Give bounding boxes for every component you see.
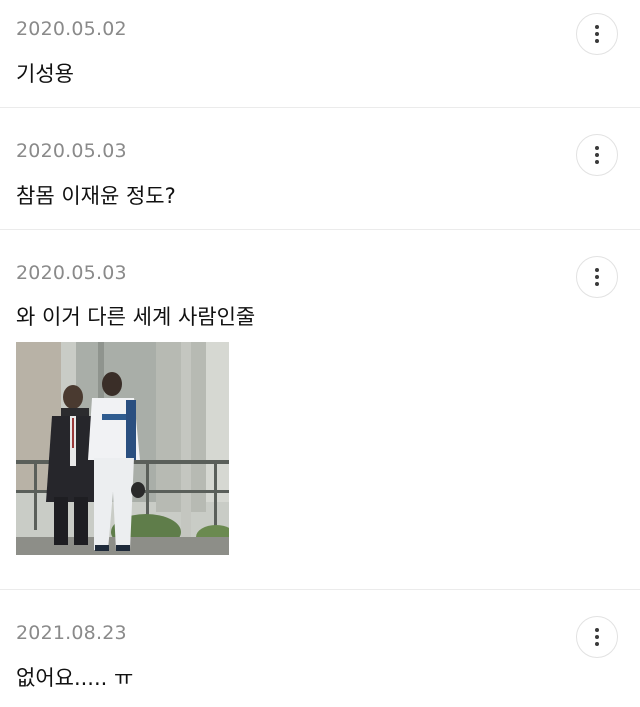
comment-text: 참몸 이재윤 정도? — [16, 184, 176, 208]
comment-photo-illustration — [16, 342, 229, 555]
more-vertical-icon — [595, 25, 599, 43]
comment-text: 기성용 — [16, 62, 74, 86]
more-vertical-icon — [595, 628, 599, 646]
more-vertical-icon — [595, 268, 599, 286]
more-options-button[interactable] — [576, 134, 618, 176]
more-options-button[interactable] — [576, 13, 618, 55]
more-vertical-icon — [595, 146, 599, 164]
more-options-button[interactable] — [576, 256, 618, 298]
comment-date: 2020.05.03 — [16, 262, 127, 284]
comment-text: 없어요..... ㅠ — [16, 666, 134, 690]
comment-date: 2021.08.23 — [16, 622, 127, 644]
more-options-button[interactable] — [576, 616, 618, 658]
comment-image[interactable] — [16, 342, 229, 555]
comment-text: 와 이거 다른 세계 사람인줄 — [16, 305, 256, 329]
comment-date: 2020.05.02 — [16, 18, 127, 40]
comment-item — [0, 0, 640, 108]
comment-date: 2020.05.03 — [16, 140, 127, 162]
comment-item — [0, 108, 640, 230]
